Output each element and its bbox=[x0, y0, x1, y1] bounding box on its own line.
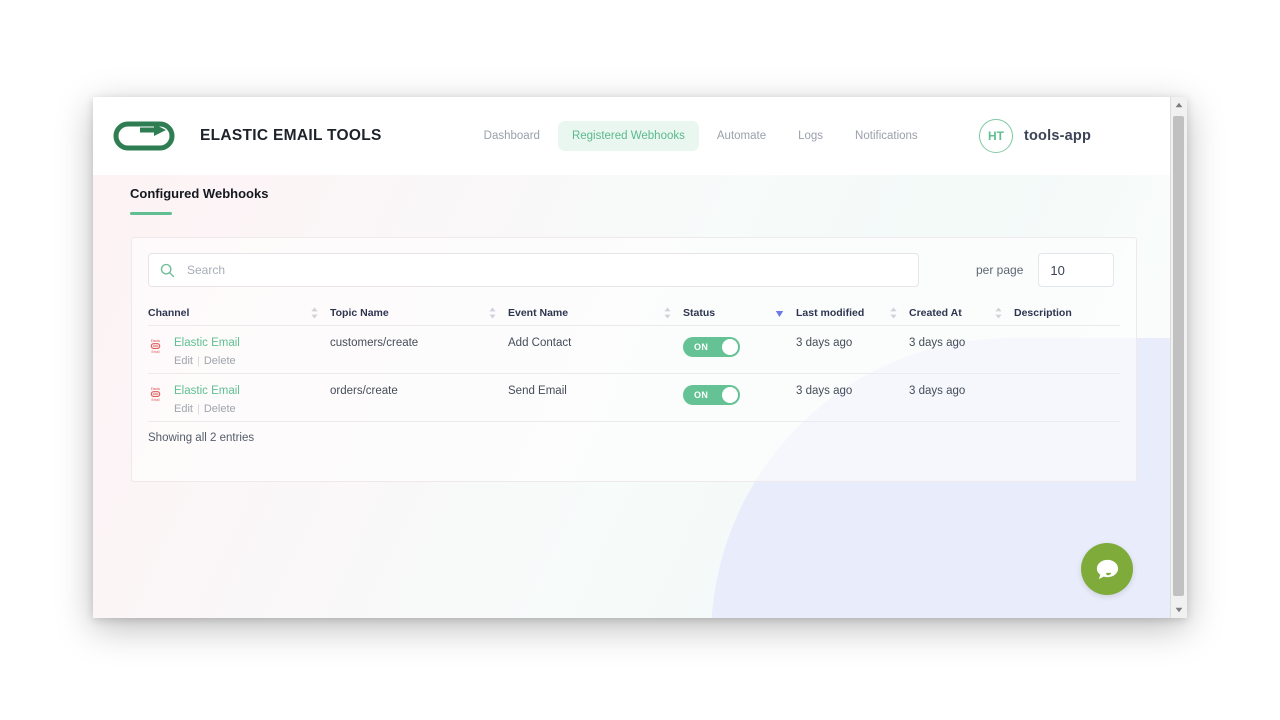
sort-icon bbox=[890, 307, 897, 318]
toggle-knob bbox=[722, 387, 738, 403]
svg-text:Email: Email bbox=[152, 350, 160, 354]
cell-created-at: 3 days ago bbox=[909, 337, 966, 349]
table-toolbar: per page bbox=[148, 253, 1120, 287]
scroll-up-arrow-icon[interactable] bbox=[1171, 97, 1187, 113]
cell-last-modified: 3 days ago bbox=[796, 385, 853, 397]
per-page-label: per page bbox=[976, 263, 1024, 277]
edit-link[interactable]: Edit bbox=[174, 355, 193, 367]
row-actions: Edit | Delete bbox=[174, 403, 240, 415]
action-separator: | bbox=[196, 355, 200, 367]
table-row[interactable]: Elastic Email Elastic Email Edit | Delete bbox=[148, 374, 1120, 422]
table-header-last-modified[interactable]: Last modified bbox=[796, 307, 909, 319]
top-navigation-bar: ELASTIC EMAIL TOOLS Dashboard Registered… bbox=[93, 97, 1171, 175]
channel-name-link[interactable]: Elastic Email bbox=[174, 337, 240, 349]
toggle-knob bbox=[722, 339, 738, 355]
sort-icon bbox=[664, 307, 671, 318]
table-header-created-at[interactable]: Created At bbox=[909, 307, 1014, 319]
status-toggle[interactable]: ON bbox=[683, 337, 740, 357]
table-row[interactable]: Elastic Email Elastic Email Edit | Delete bbox=[148, 326, 1120, 374]
per-page-input[interactable] bbox=[1038, 253, 1115, 287]
cell-last-modified: 3 days ago bbox=[796, 337, 853, 349]
svg-text:Elastic: Elastic bbox=[151, 339, 161, 343]
tab-active-underline bbox=[130, 212, 172, 215]
user-account-area[interactable]: HT tools-app bbox=[978, 119, 1091, 153]
cell-created-at: 3 days ago bbox=[909, 385, 966, 397]
nav-item-automate[interactable]: Automate bbox=[703, 121, 780, 151]
table-header-event-name[interactable]: Event Name bbox=[508, 307, 683, 319]
nav-item-registered-webhooks[interactable]: Registered Webhooks bbox=[557, 121, 699, 151]
brand-logo-area[interactable]: ELASTIC EMAIL TOOLS bbox=[108, 118, 382, 154]
cell-status: ON bbox=[683, 385, 796, 405]
loop-arrow-logo-icon bbox=[113, 121, 175, 151]
browser-window: ELASTIC EMAIL TOOLS Dashboard Registered… bbox=[93, 97, 1187, 618]
delete-link[interactable]: Delete bbox=[204, 355, 236, 367]
search-field[interactable] bbox=[148, 253, 919, 287]
table-header-status[interactable]: Status bbox=[683, 307, 796, 319]
channel-name-link[interactable]: Elastic Email bbox=[174, 385, 240, 397]
table-header-description[interactable]: Description bbox=[1014, 307, 1120, 319]
row-actions: Edit | Delete bbox=[174, 355, 240, 367]
action-separator: | bbox=[196, 403, 200, 415]
cell-event-name: Send Email bbox=[508, 385, 567, 397]
brand-title: ELASTIC EMAIL TOOLS bbox=[200, 127, 382, 144]
status-toggle-label: ON bbox=[694, 342, 709, 352]
elastic-email-logo-icon: Elastic Email bbox=[150, 387, 161, 402]
tab-configured-webhooks[interactable]: Configured Webhooks bbox=[130, 186, 268, 212]
cell-topic-name: orders/create bbox=[330, 385, 398, 397]
delete-link[interactable]: Delete bbox=[204, 403, 236, 415]
cell-channel: Elastic Email Elastic Email Edit | Delete bbox=[148, 385, 330, 415]
nav-item-notifications[interactable]: Notifications bbox=[841, 121, 932, 151]
nav-links: Dashboard Registered Webhooks Automate L… bbox=[470, 121, 932, 151]
svg-text:Email: Email bbox=[152, 398, 160, 402]
cell-status: ON bbox=[683, 337, 796, 357]
webhooks-table: Channel Topic Name Event Name Status Las… bbox=[148, 300, 1120, 422]
sort-icon bbox=[995, 307, 1002, 318]
table-header-channel[interactable]: Channel bbox=[148, 307, 330, 319]
sort-desc-active-icon bbox=[775, 310, 784, 317]
edit-link[interactable]: Edit bbox=[174, 403, 193, 415]
cell-event-name: Add Contact bbox=[508, 337, 572, 349]
chat-bubble-icon bbox=[1096, 559, 1118, 579]
page-viewport: ELASTIC EMAIL TOOLS Dashboard Registered… bbox=[93, 97, 1171, 618]
vertical-scrollbar[interactable] bbox=[1170, 97, 1187, 618]
table-header-topic-name[interactable]: Topic Name bbox=[330, 307, 508, 319]
svg-text:Elastic: Elastic bbox=[151, 387, 161, 391]
sort-icon bbox=[311, 307, 318, 318]
channel-text: Elastic Email Edit | Delete bbox=[174, 385, 240, 415]
nav-item-logs[interactable]: Logs bbox=[784, 121, 837, 151]
search-icon bbox=[160, 263, 175, 277]
search-input[interactable] bbox=[185, 262, 918, 278]
table-header-row: Channel Topic Name Event Name Status Las… bbox=[148, 300, 1120, 326]
webhooks-card: per page Channel Topic Name bbox=[131, 237, 1137, 482]
cell-topic-name: customers/create bbox=[330, 337, 419, 349]
cell-channel: Elastic Email Elastic Email Edit | Delete bbox=[148, 337, 330, 367]
channel-text: Elastic Email Edit | Delete bbox=[174, 337, 240, 367]
user-name: tools-app bbox=[1023, 128, 1091, 144]
page-tab-bar: Configured Webhooks bbox=[130, 185, 268, 215]
avatar: HT bbox=[978, 119, 1013, 153]
elastic-email-logo-icon: Elastic Email bbox=[150, 339, 161, 354]
scrollbar-thumb[interactable] bbox=[1173, 116, 1184, 596]
chat-widget-button[interactable] bbox=[1081, 543, 1133, 595]
entries-count-label: Showing all 2 entries bbox=[148, 432, 255, 444]
sort-icon bbox=[489, 307, 496, 318]
status-toggle-label: ON bbox=[694, 390, 709, 400]
status-toggle[interactable]: ON bbox=[683, 385, 740, 405]
scroll-down-arrow-icon[interactable] bbox=[1171, 602, 1187, 618]
nav-item-dashboard[interactable]: Dashboard bbox=[470, 121, 554, 151]
